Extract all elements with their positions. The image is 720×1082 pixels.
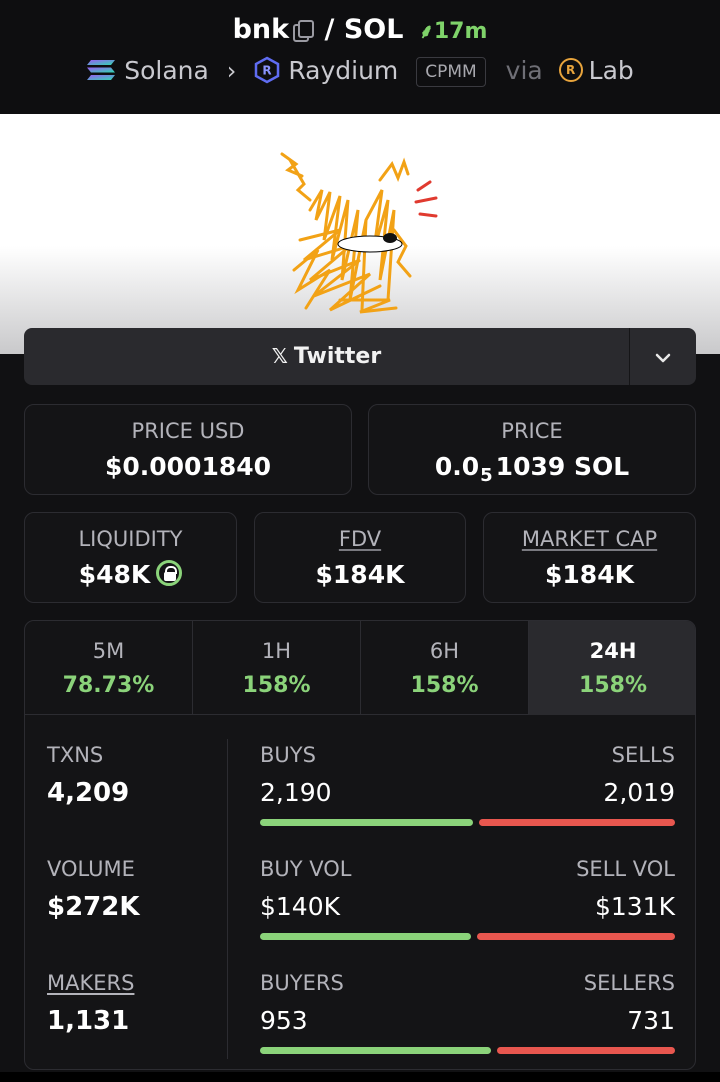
buyers-label: BUYERS bbox=[260, 971, 344, 995]
txns-label: TXNS bbox=[47, 743, 104, 767]
txns-ratio-bar bbox=[260, 819, 675, 826]
twitter-label: Twitter bbox=[293, 344, 382, 369]
x-logo-icon: 𝕏 bbox=[271, 344, 288, 368]
twitter-button[interactable]: 𝕏 Twitter bbox=[24, 328, 629, 385]
txns-value: 4,209 bbox=[47, 778, 130, 808]
sell-share-fill bbox=[497, 1047, 675, 1054]
pool-type-badge: CPMM bbox=[416, 57, 486, 87]
liquidity-value: $48K bbox=[78, 560, 151, 589]
buy-share-fill bbox=[260, 819, 473, 826]
tab-label: 1H bbox=[261, 639, 292, 663]
liquidity-card: LIQUIDITY $48K bbox=[24, 512, 237, 603]
trading-stats-panel: 5M 78.73% 1H 158% 6H 158% 24H 158% TXNS … bbox=[24, 620, 696, 1070]
price-rest: 1039 SOL bbox=[495, 452, 630, 481]
makers-ratio-bar bbox=[260, 1047, 675, 1054]
price-usd-label: PRICE USD bbox=[131, 419, 245, 443]
price-usd-value: $0.0001840 bbox=[104, 452, 272, 481]
timeframe-tabs: 5M 78.73% 1H 158% 6H 158% 24H 158% bbox=[25, 621, 695, 715]
tab-change: 158% bbox=[410, 673, 479, 698]
price-zero-count: 5 bbox=[480, 465, 493, 486]
chain-link[interactable]: Solana bbox=[124, 56, 209, 85]
raydium-icon: R bbox=[255, 56, 280, 84]
volume-label: VOLUME bbox=[47, 857, 135, 881]
social-links-bar: 𝕏 Twitter bbox=[24, 328, 696, 385]
sellers-value: 731 bbox=[627, 1006, 675, 1035]
fdv-value: $184K bbox=[315, 560, 405, 589]
liquidity-value-row: $48K bbox=[25, 559, 236, 591]
volume-value: $272K bbox=[47, 892, 140, 922]
tab-change: 78.73% bbox=[62, 673, 155, 698]
pair-age-value: 17m bbox=[433, 19, 488, 44]
buy-share-fill bbox=[260, 1047, 491, 1054]
buy-vol-label: BUY VOL bbox=[260, 857, 352, 881]
stats-totals: TXNS 4,209 VOLUME $272K MAKERS 1,131 bbox=[47, 741, 227, 1069]
makers-value: 1,131 bbox=[47, 1006, 130, 1036]
chevron-down-icon bbox=[655, 353, 671, 362]
token-symbol: bnk bbox=[232, 14, 290, 45]
market-cap-card: MARKET CAP $184K bbox=[483, 512, 696, 603]
txns-split: BUYS SELLS 2,190 2,019 bbox=[260, 741, 675, 855]
price-native-value: 0.05 1039 SOL bbox=[369, 451, 695, 492]
tab-label: 6H bbox=[429, 639, 460, 663]
txns-metric: TXNS 4,209 bbox=[47, 741, 227, 855]
fdv-label[interactable]: FDV bbox=[255, 525, 465, 553]
svg-text:R: R bbox=[263, 64, 272, 78]
pair-title: bnk / SOL ⸙17m bbox=[0, 12, 720, 50]
makers-label[interactable]: MAKERS bbox=[47, 969, 227, 997]
bottom-edge bbox=[0, 1072, 720, 1082]
buy-share-fill bbox=[260, 933, 471, 940]
volume-ratio-bar bbox=[260, 933, 675, 940]
market-cap-label[interactable]: MARKET CAP bbox=[484, 525, 695, 553]
makers-split: BUYERS SELLERS 953 731 bbox=[260, 969, 675, 1069]
buy-vol-value: $140K bbox=[260, 892, 341, 921]
sell-vol-label: SELL VOL bbox=[576, 857, 675, 881]
solana-icon bbox=[87, 60, 116, 80]
buys-label: BUYS bbox=[260, 743, 316, 767]
volume-split: BUY VOL SELL VOL $140K $131K bbox=[260, 855, 675, 969]
tab-5m[interactable]: 5M 78.73% bbox=[25, 621, 193, 715]
volume-metric: VOLUME $272K bbox=[47, 855, 227, 969]
stats-divider bbox=[227, 739, 228, 1059]
tab-6h[interactable]: 6H 158% bbox=[361, 621, 529, 715]
chevron-right-icon: › bbox=[226, 57, 237, 85]
pair-separator: / bbox=[324, 14, 335, 45]
sell-share-fill bbox=[479, 819, 675, 826]
buyers-value: 953 bbox=[260, 1006, 308, 1035]
market-cap-value: $184K bbox=[545, 560, 634, 589]
sellers-label: SELLERS bbox=[583, 971, 675, 995]
price-usd-card: PRICE USD $0.0001840 bbox=[24, 404, 352, 495]
tab-change: 158% bbox=[242, 673, 311, 698]
tab-1h[interactable]: 1H 158% bbox=[193, 621, 361, 715]
price-prefix: 0.0 bbox=[434, 452, 480, 481]
social-dropdown-button[interactable] bbox=[629, 328, 696, 385]
pair-header: bnk / SOL ⸙17m Solana › R Raydium CPMM v… bbox=[0, 0, 720, 114]
tab-24h[interactable]: 24H 158% bbox=[529, 621, 695, 715]
lab-icon bbox=[558, 58, 583, 82]
makers-metric: MAKERS 1,131 bbox=[47, 969, 227, 1069]
fdv-card: FDV $184K bbox=[254, 512, 466, 603]
tab-label: 24H bbox=[589, 639, 637, 663]
liquidity-label: LIQUIDITY bbox=[78, 527, 183, 551]
tab-change: 158% bbox=[579, 673, 647, 698]
dex-link[interactable]: Raydium bbox=[288, 56, 398, 85]
buys-value: 2,190 bbox=[260, 778, 332, 807]
sprout-icon: ⸙ bbox=[418, 19, 434, 43]
token-art-image bbox=[280, 152, 438, 314]
token-banner bbox=[0, 114, 720, 354]
launchpad-link[interactable]: Lab bbox=[589, 56, 634, 85]
price-native-card: PRICE 0.05 1039 SOL bbox=[368, 404, 696, 495]
price-native-label: PRICE bbox=[501, 419, 563, 443]
stats-splits: BUYS SELLS 2,190 2,019 BUY VOL SELL VOL … bbox=[260, 741, 675, 1069]
quote-symbol: SOL bbox=[343, 14, 404, 45]
pair-age: ⸙17m bbox=[419, 19, 488, 44]
sell-share-fill bbox=[477, 933, 675, 940]
sells-label: SELLS bbox=[611, 743, 675, 767]
via-label: via bbox=[505, 56, 543, 85]
tab-label: 5M bbox=[92, 639, 125, 663]
sell-vol-value: $131K bbox=[594, 892, 675, 921]
sells-value: 2,019 bbox=[603, 778, 675, 807]
pair-breadcrumb: Solana › R Raydium CPMM via Lab bbox=[0, 52, 720, 90]
copy-icon[interactable] bbox=[293, 20, 315, 42]
lock-icon[interactable] bbox=[156, 560, 183, 586]
